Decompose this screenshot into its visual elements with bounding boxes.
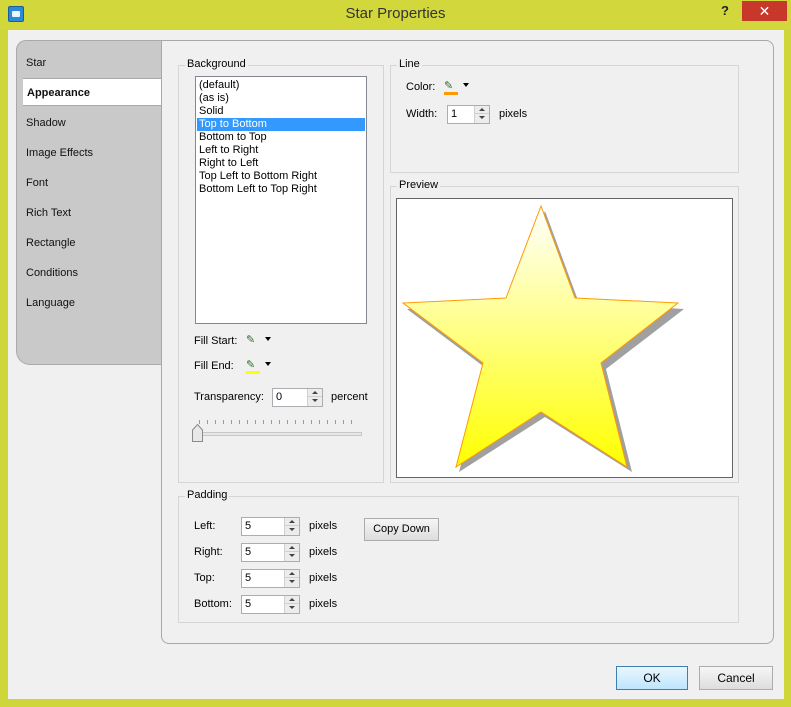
stepper-buttons [284,518,299,535]
fill-end-label: Fill End: [194,360,234,372]
spin-down-icon[interactable] [285,552,299,560]
list-item[interactable]: Right to Left [197,157,365,170]
line-width-stepper[interactable]: 1 [447,105,490,124]
tab-rectangle[interactable]: Rectangle [17,229,162,257]
padding-bottom-value: 5 [245,598,252,610]
list-item-selected[interactable]: Top to Bottom [197,118,365,131]
padding-bottom-unit: pixels [309,598,338,610]
line-group-label: Line [397,58,422,70]
background-style-list[interactable]: (default) (as is) Solid Top to Bottom Bo… [195,76,367,324]
line-width-unit: pixels [499,108,528,120]
spin-up-icon[interactable] [285,570,299,578]
window-title: Star Properties [345,5,446,22]
paint-brush-icon: ✎ [246,359,256,371]
fill-end-color-swatch [246,371,260,374]
list-item[interactable]: (default) [197,79,365,92]
padding-right-unit: pixels [309,546,338,558]
list-item[interactable]: Left to Right [197,144,365,157]
stepper-buttons [307,389,322,406]
spin-up-icon[interactable] [308,389,322,397]
padding-left-unit: pixels [309,520,338,532]
transparency-slider-ticks [199,420,359,424]
spin-down-icon[interactable] [285,604,299,612]
stepper-buttons [284,596,299,613]
padding-right-label: Right: [194,546,223,558]
padding-left-label: Left: [194,520,216,532]
padding-top-label: Top: [194,572,215,584]
star-preview [401,204,684,472]
tab-star[interactable]: Star [17,49,162,77]
padding-bottom-stepper[interactable]: 5 [241,595,300,614]
stepper-buttons [284,544,299,561]
fill-start-color-picker[interactable]: ✎ [246,333,274,351]
tab-appearance[interactable]: Appearance [23,78,169,106]
spin-up-icon[interactable] [285,544,299,552]
fill-start-label: Fill Start: [194,335,238,347]
list-item[interactable]: Bottom Left to Top Right [197,183,365,196]
transparency-stepper[interactable]: 0 [272,388,323,407]
line-color-swatch [444,92,458,95]
spin-down-icon[interactable] [308,397,322,405]
line-width-value: 1 [451,108,458,120]
spin-up-icon[interactable] [285,518,299,526]
padding-group-label: Padding [185,489,230,501]
spin-down-icon[interactable] [285,578,299,586]
line-color-picker[interactable]: ✎ [444,79,472,97]
padding-right-value: 5 [245,546,252,558]
line-width-label: Width: [406,108,438,120]
line-color-label: Color: [406,81,436,93]
list-item[interactable]: Solid [197,105,365,118]
list-item[interactable]: (as is) [197,92,365,105]
cancel-button[interactable]: Cancel [699,666,773,690]
spin-down-icon[interactable] [475,114,489,122]
padding-bottom-label: Bottom: [194,598,232,610]
tab-image-effects[interactable]: Image Effects [17,139,162,167]
paint-brush-icon: ✎ [444,80,454,92]
dropdown-arrow-icon [463,83,469,87]
stepper-buttons [474,106,489,123]
transparency-slider-thumb[interactable] [192,424,203,442]
preview-canvas [396,198,733,478]
padding-left-stepper[interactable]: 5 [241,517,300,536]
padding-top-value: 5 [245,572,252,584]
list-item[interactable]: Top Left to Bottom Right [197,170,365,183]
tab-conditions[interactable]: Conditions [17,259,162,287]
help-button[interactable]: ? [715,3,735,21]
dropdown-arrow-icon [265,362,271,366]
list-item[interactable]: Bottom to Top [197,131,365,144]
copy-down-button[interactable]: Copy Down [364,518,439,541]
transparency-unit: percent [331,391,368,403]
paint-brush-icon: ✎ [246,334,256,346]
tab-language[interactable]: Language [17,289,162,317]
close-button[interactable]: ✕ [742,1,787,21]
spin-down-icon[interactable] [285,526,299,534]
transparency-label: Transparency: [194,391,264,403]
preview-group-label: Preview [397,179,441,191]
padding-right-stepper[interactable]: 5 [241,543,300,562]
tab-shadow[interactable]: Shadow [17,109,162,137]
background-group-label: Background [185,58,248,70]
tab-rich-text[interactable]: Rich Text [17,199,162,227]
padding-left-value: 5 [245,520,252,532]
padding-top-stepper[interactable]: 5 [241,569,300,588]
fill-end-color-picker[interactable]: ✎ [246,358,274,376]
ok-button[interactable]: OK [616,666,688,690]
stepper-buttons [284,570,299,587]
title-bar: Star Properties ? ✕ [0,0,791,30]
tab-strip: Star Appearance Shadow Image Effects Fon… [16,40,169,365]
dropdown-arrow-icon [265,337,271,341]
transparency-value: 0 [276,391,283,403]
tab-font[interactable]: Font [17,169,162,197]
transparency-slider[interactable] [196,432,362,436]
padding-top-unit: pixels [309,572,338,584]
spin-up-icon[interactable] [475,106,489,114]
spin-up-icon[interactable] [285,596,299,604]
line-group: Line [390,58,739,173]
